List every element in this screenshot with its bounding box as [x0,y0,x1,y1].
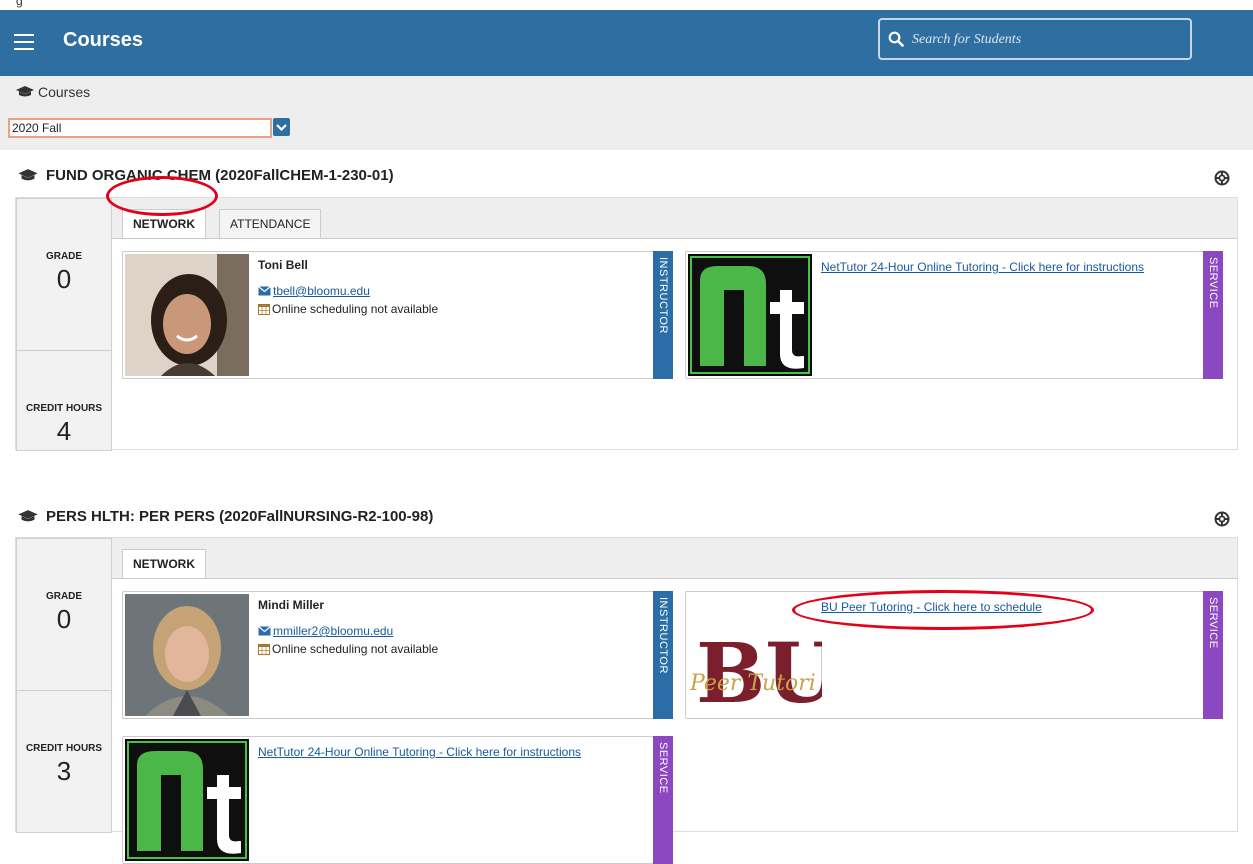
graduation-cap-icon [18,169,38,181]
help-lifebuoy-icon[interactable] [1214,511,1230,527]
course-panel: GRADE 0 CREDIT HOURS 4 NETWORK ATTENDANC… [15,197,1238,451]
role-label: INSTRUCTOR [657,257,669,334]
graduation-cap-icon [16,86,34,97]
breadcrumb-label: Courses [38,84,91,100]
role-label: SERVICE [1207,257,1219,309]
credit-hours-label: CREDIT HOURS [25,403,103,414]
page-title: Courses [63,29,144,51]
breadcrumb[interactable]: Courses [15,84,90,100]
nettutor-logo [125,739,249,861]
envelope-icon [258,286,271,296]
instructor-card: Mindi Miller mmiller2@bloomu.edu Online … [122,591,673,719]
scheduling-status: Online scheduling not available [258,642,438,656]
instructor-tag: INSTRUCTOR [653,251,673,379]
chevron-down-icon [276,124,287,132]
course-content: NETWORK Mindi Miller mmiller2@bloomu.edu… [112,538,1237,864]
credit-hours-value: 3 [56,756,72,786]
tab-network[interactable]: NETWORK [122,549,206,578]
grade-label: GRADE [45,251,83,262]
instructor-name: Mindi Miller [258,598,324,612]
email-text: mmiller2@bloomu.edu [273,624,394,638]
instructor-photo [125,254,249,376]
search-icon [888,31,904,47]
instructor-email-link[interactable]: mmiller2@bloomu.edu [258,624,393,638]
credit-hours-label: CREDIT HOURS [25,743,103,754]
grade-box: GRADE 0 [16,538,112,691]
grade-value: 0 [56,264,72,294]
highlight-oval-peer-tutoring-link [792,590,1094,630]
instructor-name: Toni Bell [258,258,308,272]
course-panel: GRADE 0 CREDIT HOURS 3 NETWORK Mindi Mil… [15,537,1238,864]
service-card: NetTutor 24-Hour Online Tutoring - Click… [122,736,673,864]
course-title: PERS HLTH: PER PERS (2020FallNURSING-R2-… [17,508,433,525]
highlight-oval-network-tab [106,176,218,216]
service-tag: SERVICE [1203,251,1223,379]
clip-text: g [16,0,23,8]
tab-bar: NETWORK [112,538,1237,579]
help-lifebuoy-icon[interactable] [1214,170,1230,186]
course-title-text: PERS HLTH: PER PERS (2020FallNURSING-R2-… [46,508,434,525]
calendar-icon [258,644,270,655]
logo-text: Peer Tutori [689,671,816,696]
service-tag: SERVICE [1203,591,1223,719]
term-select[interactable]: 2020 Fall [8,118,272,138]
scheduling-text: Online scheduling not available [272,642,439,656]
instructor-card: Toni Bell tbell@bloomu.edu Online schedu… [122,251,673,379]
nettutor-link[interactable]: NetTutor 24-Hour Online Tutoring - Click… [821,260,1144,274]
student-search[interactable] [878,18,1192,60]
nettutor-logo [688,254,812,376]
service-card: NetTutor 24-Hour Online Tutoring - Click… [685,251,1223,379]
course-title-text: FUND ORGANIC CHEM (2020FallCHEM-1-230-01… [46,167,394,184]
grade-box: GRADE 0 [16,198,112,351]
instructor-tag: INSTRUCTOR [653,591,673,719]
course-title: FUND ORGANIC CHEM (2020FallCHEM-1-230-01… [17,167,394,184]
service-tag: SERVICE [653,736,673,864]
tab-bar: NETWORK ATTENDANCE [112,198,1237,239]
role-label: INSTRUCTOR [657,597,669,674]
search-input[interactable] [910,28,1184,52]
top-strip: g [0,0,1253,10]
credit-hours-value: 4 [56,416,72,446]
term-dropdown-button[interactable] [273,118,290,136]
app-header: Courses [0,10,1253,76]
credit-hours-box: CREDIT HOURS 4 [16,350,112,451]
grade-value: 0 [56,604,72,634]
hamburger-menu-icon[interactable] [14,34,34,50]
scheduling-status: Online scheduling not available [258,302,438,316]
instructor-photo [125,594,249,716]
instructor-email-link[interactable]: tbell@bloomu.edu [258,284,370,298]
course-content: NETWORK ATTENDANCE Toni Bell tbell@bloom… [112,198,1237,449]
grade-label: GRADE [45,591,83,602]
email-text: tbell@bloomu.edu [273,284,370,298]
sub-toolbar: Courses 2020 Fall [0,76,1253,150]
role-label: SERVICE [1207,597,1219,649]
tab-attendance[interactable]: ATTENDANCE [219,209,322,238]
envelope-icon [258,626,271,636]
graduation-cap-icon [18,510,38,522]
nettutor-link[interactable]: NetTutor 24-Hour Online Tutoring - Click… [258,745,581,759]
calendar-icon [258,304,270,315]
scheduling-text: Online scheduling not available [272,302,439,316]
credit-hours-box: CREDIT HOURS 3 [16,690,112,833]
role-label: SERVICE [657,742,669,794]
